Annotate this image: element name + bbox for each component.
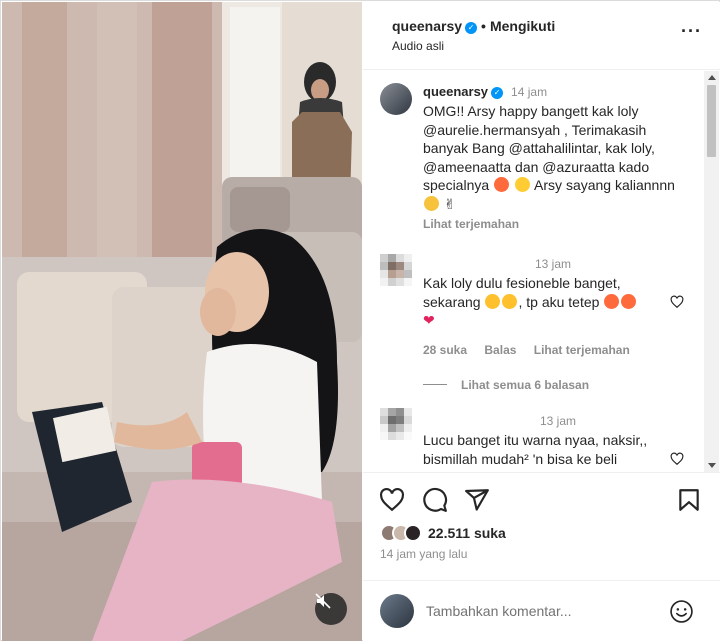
sad-emoji-icon [502, 293, 518, 309]
post-time-ago[interactable]: 14 jam yang lalu [380, 547, 467, 561]
caption-time: 14 jam [511, 85, 548, 99]
comment-time: 13 jam [535, 257, 572, 271]
verified-badge-icon: ✓ [465, 22, 478, 34]
heart-icon[interactable] [379, 487, 405, 513]
likes-row[interactable]: 22.511 suka [380, 522, 506, 544]
crying-emoji-icon [424, 195, 439, 211]
post-video[interactable] [2, 2, 362, 641]
verified-badge-icon: ✓ [491, 87, 504, 99]
caption-see-translation[interactable]: Lihat terjemahan [423, 217, 519, 231]
comment-likes[interactable]: 28 suka [423, 343, 467, 357]
replies-divider [423, 384, 447, 385]
more-options-icon[interactable]: ··· [681, 22, 702, 40]
scroll-down-arrow-icon[interactable] [708, 463, 716, 468]
liker-avatar [404, 524, 422, 542]
sad-emoji-icon [485, 293, 501, 309]
view-replies-button[interactable]: Lihat semua 6 balasan [423, 378, 589, 392]
audio-label[interactable]: Audio asli [392, 39, 444, 53]
comment-avatar[interactable] [380, 254, 412, 286]
red-heart-emoji-icon: ❤ [423, 312, 435, 328]
speaker-muted-icon [315, 593, 331, 609]
victory-hand-emoji-icon: ✌ [443, 195, 456, 212]
bookmark-icon[interactable] [676, 487, 702, 513]
caption-header: queenarsy ✓ 14 jam [423, 84, 547, 99]
comment-reply-button[interactable]: Balas [484, 343, 516, 357]
caption-username[interactable]: queenarsy [423, 84, 488, 99]
comment-text-part: , tp aku tetep [518, 293, 600, 310]
caption-text-end: Arsy sayang kaliannnn [530, 177, 675, 193]
star-struck-emoji-icon [621, 293, 637, 309]
caption-avatar[interactable] [380, 83, 412, 115]
add-comment-input[interactable] [426, 601, 656, 621]
post-details-panel: queenarsy ✓ • Mengikuti Audio asli ··· quee… [363, 2, 720, 641]
scroll-up-arrow-icon[interactable] [708, 75, 716, 80]
star-struck-emoji-icon [494, 177, 510, 192]
comments-list[interactable]: queenarsy ✓ 14 jam OMG!! Arsy happy banget… [363, 71, 720, 472]
comment-avatar[interactable] [380, 408, 412, 440]
comments-scrollbar[interactable] [704, 71, 719, 472]
comment-time: 13 jam [540, 414, 577, 428]
comment-like-heart-icon[interactable] [670, 295, 684, 309]
star-struck-emoji-icon [604, 293, 620, 309]
header-username[interactable]: queenarsy [392, 18, 462, 34]
comment-meta: 28 suka Balas Lihat terjemahan [423, 343, 644, 357]
view-replies-label: Lihat semua 6 balasan [461, 378, 590, 392]
comment-icon[interactable] [422, 487, 448, 513]
header-separator: • [481, 18, 486, 34]
following-button[interactable]: Mengikuti [490, 18, 555, 34]
mute-button[interactable] [315, 593, 347, 625]
header-user-row: queenarsy ✓ • Mengikuti [392, 18, 555, 34]
comment-like-heart-icon[interactable] [670, 452, 684, 466]
add-comment-bar [363, 580, 720, 641]
post-header: queenarsy ✓ • Mengikuti Audio asli ··· [363, 2, 720, 70]
post-modal: queenarsy ✓ • Mengikuti Audio asli ··· quee… [0, 0, 720, 641]
post-actions: 22.511 suka 14 jam yang lalu [363, 472, 720, 580]
comment-text: Kak loly dulu fesioneble banget, sekaran… [423, 274, 681, 330]
emoji-icon[interactable] [669, 599, 694, 624]
share-icon[interactable] [464, 487, 490, 513]
video-frame-illustration [2, 2, 362, 641]
caption-text: OMG!! Arsy happy bangett kak loly @aurel… [423, 102, 683, 213]
smiling-emoji-icon [514, 177, 530, 192]
scrollbar-thumb[interactable] [707, 85, 716, 157]
comment-text: Lucu banget itu warna nyaa, naksir,, bis… [423, 432, 648, 467]
comment-see-translation[interactable]: Lihat terjemahan [534, 343, 630, 357]
current-user-avatar [380, 594, 414, 628]
likes-count[interactable]: 22.511 suka [428, 525, 506, 541]
